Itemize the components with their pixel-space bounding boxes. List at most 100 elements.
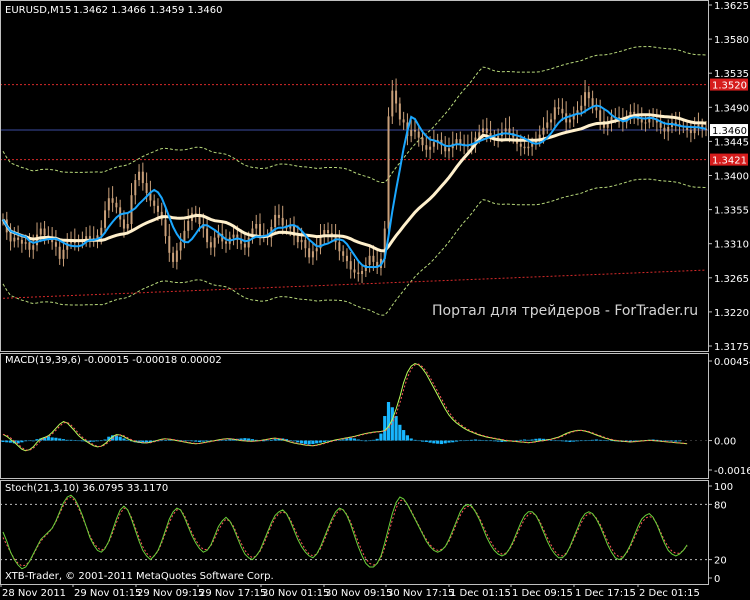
macd-histogram-bar (163, 440, 168, 441)
candle-body (213, 237, 216, 248)
candle-body (134, 180, 137, 196)
macd-histogram-bar (220, 440, 224, 441)
footer-credit: XTB-Trader, © 2001-2011 MetaQuotes Softw… (5, 571, 274, 582)
macd-histogram-bar (247, 438, 251, 441)
macd-tick-label: 0.00 (714, 437, 736, 448)
macd-histogram-bar (470, 439, 474, 441)
macd-histogram-bar (383, 416, 387, 441)
macd-histogram-bar (262, 440, 266, 442)
macd-histogram-bar (556, 440, 561, 442)
macd-histogram-bar (530, 439, 534, 441)
macd-histogram-bar (477, 439, 481, 441)
time-tick-label: 28 Nov 2011 (2, 588, 66, 599)
macd-histogram-bar (5, 440, 9, 443)
macd-histogram-bar (560, 440, 564, 442)
time-tick-label: 1 Dec 17:15 (575, 588, 636, 599)
macd-histogram-bar (1, 440, 5, 442)
macd-histogram-bar (568, 440, 572, 442)
macd-histogram-bar (118, 436, 122, 441)
macd-histogram-bar (674, 440, 678, 442)
macd-histogram-bar (420, 440, 425, 442)
macd-histogram-bar (99, 440, 103, 442)
macd-histogram-bar (379, 433, 383, 441)
macd-histogram-bar (587, 440, 591, 441)
macd-histogram-bar (73, 440, 77, 441)
candle-body (126, 223, 129, 229)
price-tick-label: 1.3355 (714, 206, 749, 217)
price-tick-label: 1.3625 (714, 1, 749, 12)
candle-body (425, 145, 428, 150)
candle-body (172, 252, 175, 262)
candle-body (531, 143, 534, 147)
candle-body (372, 255, 375, 262)
macd-histogram-bar (92, 440, 96, 442)
macd-histogram-bar (160, 440, 164, 442)
macd-histogram-bar (65, 439, 69, 441)
candle-body (391, 90, 394, 117)
macd-histogram-bar (481, 440, 485, 441)
window-title: EURUSD,M15 (5, 5, 71, 16)
macd-histogram-bar (409, 438, 413, 441)
macd-histogram-bar (591, 439, 595, 441)
macd-histogram-bar (182, 440, 187, 442)
macd-histogram-bar (394, 416, 398, 441)
candle-body (32, 245, 35, 250)
stoch-tick-label: 100 (714, 482, 733, 493)
macd-histogram-bar (349, 437, 353, 441)
macd-histogram-bar (454, 440, 459, 442)
candle-body (667, 127, 670, 132)
candle-body (402, 119, 405, 123)
macd-histogram-bar (50, 437, 54, 441)
macd-histogram-bar (95, 440, 100, 442)
candle-body (224, 241, 227, 244)
trading-chart[interactable]: EURUSD,M15 1.3462 1.3466 1.3459 1.3460 1… (0, 0, 750, 600)
candle-body (88, 236, 91, 239)
macd-histogram-bar (424, 440, 428, 442)
candle-body (281, 217, 284, 226)
macd-histogram-bar (428, 440, 432, 443)
macd-histogram-bar (436, 440, 440, 444)
macd-histogram-bar (405, 435, 410, 441)
macd-histogram-bar (439, 440, 444, 445)
macd-histogram-bar (197, 440, 202, 442)
macd-histogram-bar (265, 440, 270, 442)
macd-histogram-bar (553, 440, 557, 442)
price-level-label: 1.3520 (712, 81, 747, 92)
macd-histogram-bar (352, 438, 357, 441)
candle-body (308, 248, 311, 258)
current-price-label: 1.3460 (712, 126, 747, 137)
macd-histogram-bar (402, 430, 406, 441)
candle-body (17, 237, 20, 240)
macd-histogram-bar (311, 440, 315, 445)
macd-histogram-bar (322, 440, 326, 442)
candle-body (164, 219, 167, 237)
candle-body (9, 232, 12, 242)
candle-body (550, 119, 553, 123)
candle-body (546, 122, 549, 128)
price-tick-label: 1.3445 (714, 137, 749, 148)
macd-histogram-bar (54, 437, 58, 441)
candle-body (156, 205, 159, 212)
watermark: Портал для трейдеров - ForTrader.ru (432, 303, 698, 319)
candle-body (395, 90, 398, 104)
candle-body (104, 210, 107, 228)
candle-body (198, 216, 201, 224)
macd-histogram-bar (360, 440, 364, 442)
time-tick-label: 29 Nov 17:15 (199, 588, 266, 599)
candle-body (568, 119, 571, 123)
candle-body (13, 237, 16, 242)
macd-histogram-bar (46, 436, 50, 441)
candle-body (175, 250, 178, 262)
candle-body (327, 230, 330, 234)
candle-body (311, 251, 314, 258)
candle-body (209, 242, 212, 248)
candle-body (85, 236, 88, 240)
macd-histogram-bar (443, 440, 447, 444)
macd-histogram-bar (572, 440, 576, 442)
macd-title: MACD(19,39,6) -0.00015 -0.00018 0.00002 (5, 355, 222, 366)
price-tick-label: 1.3400 (714, 172, 749, 183)
price-tick-label: 1.3490 (714, 103, 749, 114)
candle-body (243, 243, 246, 248)
macd-histogram-bar (575, 440, 580, 442)
candle-body (357, 272, 360, 275)
